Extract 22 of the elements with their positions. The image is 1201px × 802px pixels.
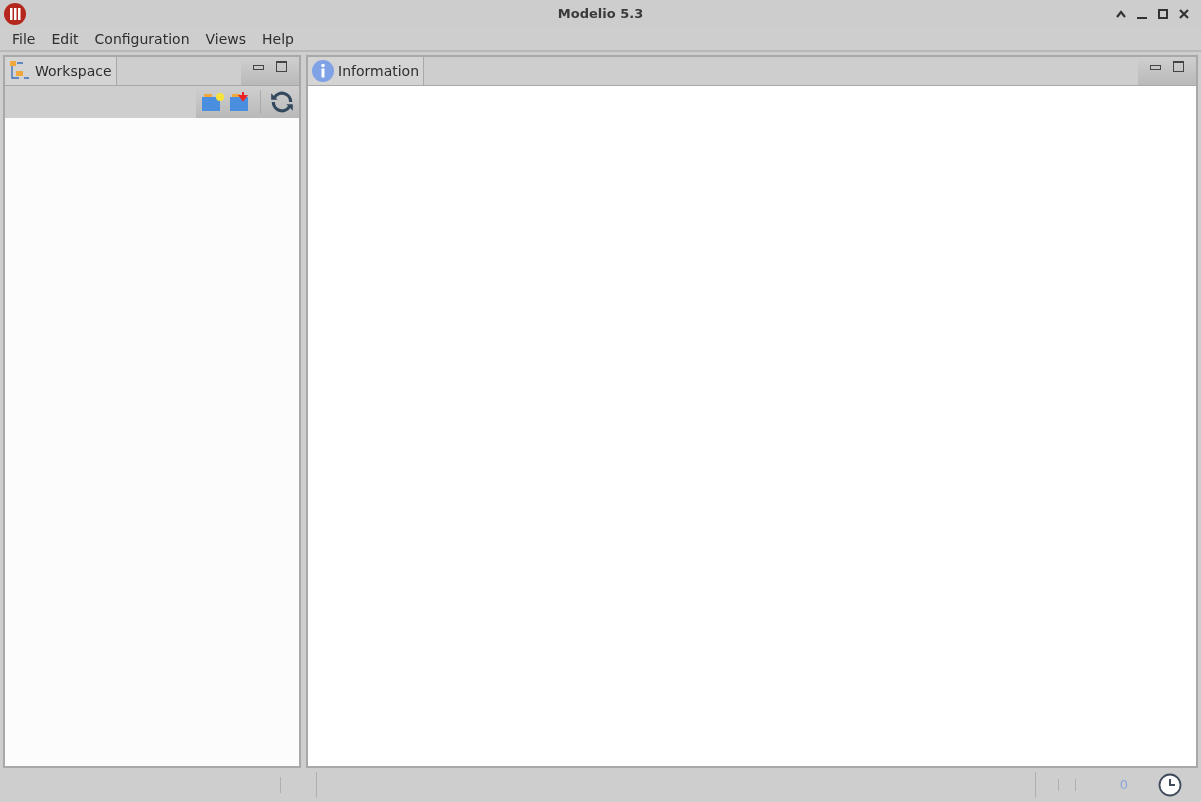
refresh-icon[interactable]	[269, 89, 295, 115]
menu-item[interactable]: Configuration	[86, 28, 198, 50]
info-icon	[312, 60, 334, 82]
menu-item[interactable]: Edit	[43, 28, 87, 50]
menu-item[interactable]: File	[4, 28, 44, 50]
maximize-button[interactable]	[1158, 9, 1168, 19]
close-button[interactable]	[1179, 9, 1189, 19]
shade-button[interactable]	[1116, 10, 1126, 18]
window-title: Modelio 5.3	[557, 5, 644, 24]
information-tab[interactable]: Information	[308, 57, 425, 85]
menu-item[interactable]: Views	[197, 28, 255, 50]
menu-item[interactable]: Help	[254, 28, 302, 50]
folder-tree-icon	[9, 60, 31, 82]
maximize-view-button[interactable]	[1173, 61, 1184, 72]
maximize-view-button[interactable]	[276, 61, 287, 72]
status-count: 0	[1119, 776, 1128, 795]
workspace-tab[interactable]: Workspace	[5, 57, 117, 85]
minimize-view-button[interactable]	[1150, 65, 1161, 70]
new-folder-icon[interactable]	[200, 92, 224, 112]
clock-icon[interactable]	[1158, 773, 1182, 797]
minimize-view-button[interactable]	[253, 65, 264, 70]
app-logo-icon	[4, 3, 26, 25]
